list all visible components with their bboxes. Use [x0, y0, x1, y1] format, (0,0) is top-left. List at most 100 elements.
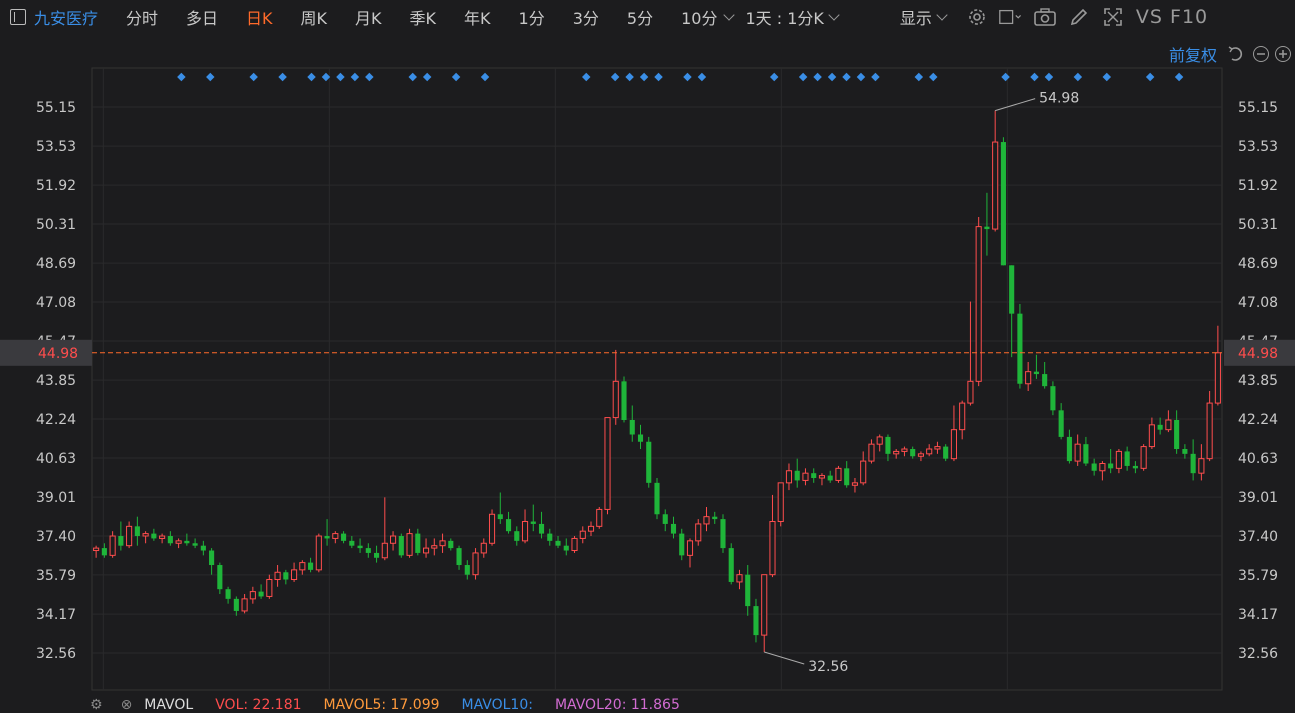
- candle-body: [720, 519, 726, 549]
- event-marker: [278, 72, 287, 82]
- event-marker: [422, 72, 432, 82]
- candle-body: [1074, 443, 1081, 462]
- candle-body: [1099, 463, 1106, 472]
- candle-body: [893, 450, 900, 455]
- candle-body: [975, 226, 982, 382]
- candle-body: [844, 468, 850, 486]
- event-marker: [813, 72, 822, 82]
- candle-body: [422, 547, 430, 554]
- y-tick-label-right: 47.08: [1238, 295, 1278, 311]
- candle-body: [209, 550, 215, 566]
- candle-body: [249, 591, 256, 600]
- candle-body: [1140, 446, 1147, 469]
- event-marker: [307, 72, 316, 82]
- candle-body: [381, 542, 388, 559]
- last-price-label-left: 44.98: [38, 346, 78, 362]
- y-tick-label-right: 50.31: [1238, 217, 1278, 233]
- mavol-label[interactable]: MAVOL: [144, 697, 193, 713]
- candle-body: [876, 436, 883, 445]
- candle-body: [142, 533, 149, 537]
- candle-body: [472, 552, 479, 576]
- candle-body: [1148, 424, 1155, 448]
- candle-body: [109, 535, 116, 556]
- y-tick-label-left: 47.08: [36, 295, 76, 311]
- candle-body: [736, 574, 743, 583]
- candle-body: [917, 453, 924, 457]
- candle-body: [686, 540, 694, 556]
- low-label: 32.56: [808, 659, 848, 675]
- event-marker: [856, 72, 866, 82]
- candle-body: [712, 516, 718, 520]
- candle-body: [505, 519, 512, 532]
- candle-body: [950, 429, 957, 460]
- candle-body: [901, 448, 908, 452]
- candle-body: [637, 434, 644, 442]
- candle-body: [1132, 465, 1138, 469]
- candle-body: [1190, 453, 1196, 474]
- event-marker: [914, 72, 924, 82]
- candle-body: [308, 562, 314, 570]
- candle-body: [868, 443, 875, 462]
- candle-body: [811, 473, 817, 479]
- candle-body: [769, 521, 776, 576]
- mavol10-value: MAVOL10:: [461, 697, 533, 713]
- event-marker: [798, 72, 808, 82]
- event-marker: [1073, 72, 1083, 82]
- candle-body: [398, 536, 404, 556]
- event-marker: [1145, 72, 1155, 82]
- candle-body: [662, 514, 668, 524]
- candle-body: [555, 540, 561, 546]
- event-marker: [654, 72, 663, 82]
- candle-body: [1174, 420, 1180, 450]
- event-marker: [249, 72, 258, 82]
- y-tick-label-left: 51.92: [36, 178, 76, 194]
- event-marker: [582, 72, 591, 82]
- y-tick-label-left: 32.56: [36, 646, 76, 662]
- candle-body: [571, 537, 578, 552]
- event-marker: [206, 72, 215, 82]
- event-marker: [827, 72, 837, 82]
- y-tick-label-left: 48.69: [36, 256, 76, 272]
- candle-body: [184, 540, 190, 544]
- y-tick-label-left: 55.15: [36, 100, 76, 116]
- candle-body: [448, 540, 454, 549]
- candle-body: [1115, 450, 1122, 469]
- candle-body: [431, 545, 438, 549]
- candle-body: [1214, 352, 1221, 404]
- candlestick-chart[interactable]: 55.15 55.15 53.53 53.53 51.92 51.92 50.31 50.31…: [0, 0, 1295, 710]
- candle-body: [1058, 410, 1064, 437]
- close-icon[interactable]: ⊗: [121, 697, 133, 713]
- y-tick-label-right: 37.40: [1238, 529, 1278, 545]
- candle-body: [761, 574, 768, 636]
- candle-body: [357, 545, 363, 549]
- candle-body: [695, 523, 702, 542]
- candle-body: [934, 446, 941, 450]
- event-marker: [610, 72, 620, 82]
- candle-body: [827, 475, 833, 481]
- candle-body: [1042, 374, 1048, 387]
- settings-gear-icon[interactable]: ⚙: [90, 697, 103, 713]
- candle-body: [241, 598, 248, 612]
- event-marker: [769, 72, 779, 82]
- candle-body: [967, 380, 974, 404]
- event-marker: [625, 72, 634, 82]
- y-tick-label-left: 37.40: [36, 529, 76, 545]
- candle-body: [365, 548, 371, 553]
- candle-body: [959, 402, 966, 431]
- candle-body: [785, 470, 793, 484]
- candle-body: [1017, 313, 1023, 384]
- y-tick-label-right: 48.69: [1238, 256, 1278, 272]
- y-tick-label-left: 42.24: [36, 412, 76, 428]
- y-tick-label-left: 35.79: [36, 568, 76, 584]
- event-marker: [1030, 72, 1039, 82]
- candle-body: [217, 565, 223, 590]
- y-tick-label-right: 43.85: [1238, 373, 1278, 389]
- y-tick-label-right: 51.92: [1238, 178, 1278, 194]
- candle-body: [728, 548, 734, 582]
- event-marker: [1044, 72, 1054, 82]
- candle-body: [1206, 402, 1213, 460]
- candle-body: [926, 448, 933, 455]
- candle-body: [341, 533, 347, 541]
- candle-body: [777, 482, 784, 523]
- candle-body: [299, 562, 306, 571]
